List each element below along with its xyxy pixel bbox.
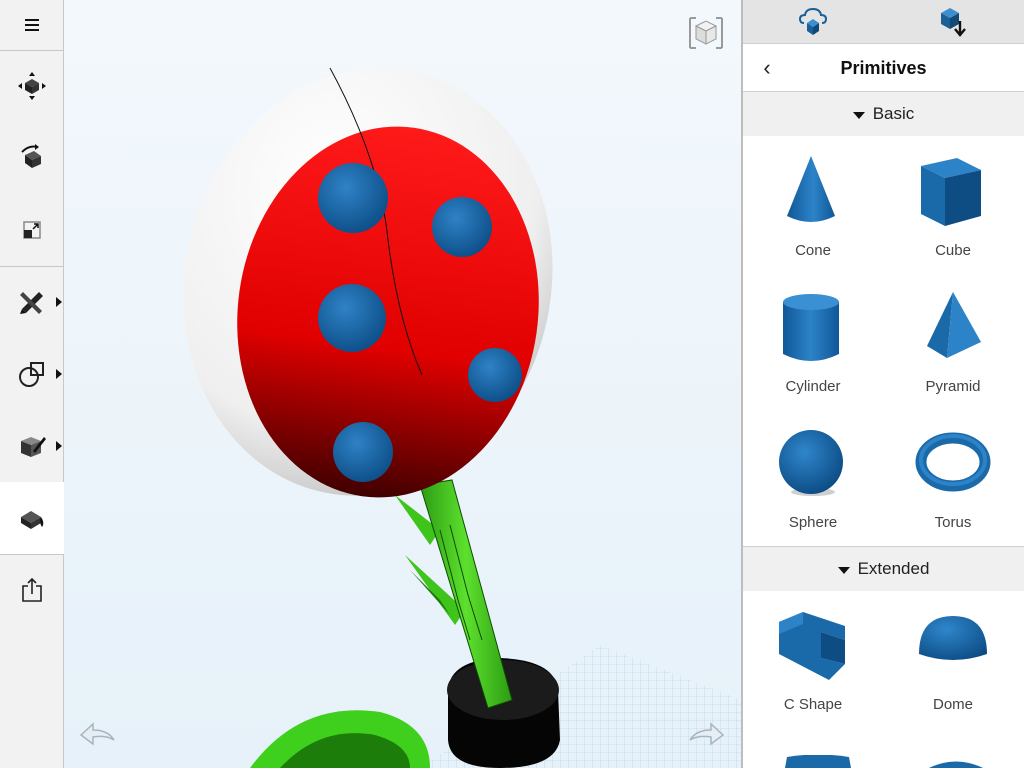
- export-tool[interactable]: [0, 554, 64, 626]
- left-toolbar: [0, 0, 64, 768]
- shape-icon: [929, 761, 983, 768]
- primitive-label: Cube: [935, 242, 971, 259]
- primitive-torus[interactable]: Torus: [883, 408, 1023, 544]
- panel-tab-bar: [743, 0, 1024, 44]
- scene-canvas[interactable]: [64, 0, 741, 768]
- primitive-dome[interactable]: Dome: [883, 590, 1023, 726]
- tab-cloud[interactable]: [743, 0, 883, 44]
- sphere-icon: [779, 430, 843, 496]
- redo-button[interactable]: [686, 718, 726, 752]
- primitive-partial-2[interactable]: [921, 757, 991, 768]
- primitive-label: Dome: [932, 696, 973, 713]
- primitive-sphere[interactable]: Sphere: [743, 408, 883, 544]
- edit-box-icon: [21, 437, 46, 457]
- plant-head-object[interactable]: [144, 34, 591, 531]
- cube-icon: [921, 158, 981, 226]
- primitive-cylinder[interactable]: Cylinder: [743, 272, 883, 408]
- view-cube-icon: [689, 17, 723, 49]
- primitive-label: Pyramid: [925, 378, 981, 395]
- primitive-cone[interactable]: Cone: [743, 136, 883, 272]
- hamburger-icon: [25, 19, 39, 31]
- primitives-tool[interactable]: [0, 338, 64, 410]
- torus-icon: [915, 432, 991, 492]
- primitive-label: Sphere: [788, 514, 838, 531]
- primitives-panel: ‹ Primitives Basic Cone Cube Cylinder Py…: [743, 0, 1024, 768]
- scale-tool[interactable]: [0, 194, 64, 266]
- primitive-cube[interactable]: Cube: [883, 136, 1023, 272]
- tab-download[interactable]: [883, 0, 1023, 44]
- dome-icon: [919, 616, 987, 660]
- rotate-icon: [21, 144, 41, 168]
- download-box-icon: [941, 8, 966, 37]
- pencil-ruler-icon: [20, 292, 43, 314]
- paint-bucket-icon: [21, 511, 44, 529]
- redo-icon: [689, 722, 725, 746]
- primitive-label: C Shape: [783, 696, 843, 713]
- caret-down-icon: [837, 567, 850, 574]
- rotate-tool[interactable]: [0, 122, 64, 194]
- caret-down-icon: [852, 112, 865, 119]
- primitive-partial-1[interactable]: [783, 755, 853, 768]
- primitive-label: Cone: [795, 242, 831, 259]
- section-basic-header[interactable]: Basic: [743, 92, 1024, 136]
- view-cube[interactable]: [686, 14, 726, 52]
- cone-icon: [787, 156, 835, 222]
- primitive-label: Torus: [934, 514, 972, 531]
- menu-button[interactable]: [0, 0, 64, 50]
- cloud-icon: [798, 7, 828, 35]
- primitive-pyramid[interactable]: Pyramid: [883, 272, 1023, 408]
- primitive-label: Cylinder: [785, 378, 841, 395]
- pyramid-icon: [927, 292, 981, 358]
- undo-button[interactable]: [78, 718, 118, 752]
- panel-title: Primitives: [840, 58, 927, 78]
- cylinder-icon: [783, 294, 839, 361]
- primitive-c-shape[interactable]: C Shape: [743, 590, 883, 726]
- green-ring-object[interactable]: [250, 710, 430, 768]
- section-title: Basic: [872, 104, 915, 123]
- sketch-tool[interactable]: [0, 266, 64, 338]
- material-tool[interactable]: [0, 482, 64, 554]
- c-shape-icon: [779, 612, 845, 680]
- modify-tool[interactable]: [0, 410, 64, 482]
- scale-icon: [23, 221, 41, 239]
- shape-icon: [785, 755, 851, 768]
- transform-tool[interactable]: [0, 50, 64, 122]
- transform-icon: [18, 72, 46, 100]
- undo-icon: [79, 722, 115, 746]
- section-title: Extended: [857, 559, 930, 578]
- shapes-icon: [19, 362, 44, 387]
- panel-header: ‹ Primitives: [743, 44, 1024, 92]
- 3d-viewport[interactable]: [64, 0, 741, 768]
- share-icon: [22, 577, 42, 602]
- section-extended-header[interactable]: Extended: [743, 547, 1024, 591]
